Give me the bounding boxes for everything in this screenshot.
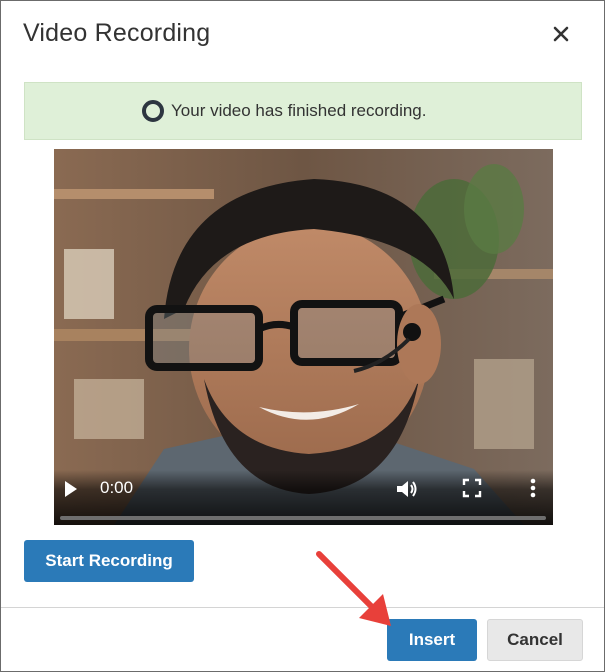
dialog-title: Video Recording: [23, 19, 211, 47]
close-icon: [553, 26, 569, 42]
volume-icon: [397, 481, 417, 497]
insert-button[interactable]: Insert: [387, 619, 477, 661]
video-player[interactable]: 0:00: [54, 149, 553, 525]
success-alert: Your video has finished recording.: [24, 82, 582, 140]
video-recording-dialog: Video Recording Your video has finished …: [0, 0, 605, 672]
play-button[interactable]: [62, 478, 80, 505]
circle-status-icon: [142, 100, 164, 122]
more-options-icon: [530, 478, 536, 498]
fullscreen-icon: [462, 478, 482, 498]
more-options-button[interactable]: [528, 476, 538, 505]
fullscreen-button[interactable]: [461, 477, 483, 504]
start-recording-button[interactable]: Start Recording: [24, 540, 194, 582]
volume-button[interactable]: [394, 476, 420, 507]
cancel-button[interactable]: Cancel: [487, 619, 583, 661]
current-time: 0:00: [100, 478, 134, 497]
alert-message: Your video has finished recording.: [171, 101, 427, 120]
progress-bar[interactable]: [60, 516, 546, 520]
play-icon: [65, 481, 77, 497]
video-controls-bar: 0:00: [54, 470, 553, 525]
footer-divider: [1, 607, 604, 608]
close-button[interactable]: [546, 19, 576, 49]
video-frame-image: [54, 149, 553, 525]
